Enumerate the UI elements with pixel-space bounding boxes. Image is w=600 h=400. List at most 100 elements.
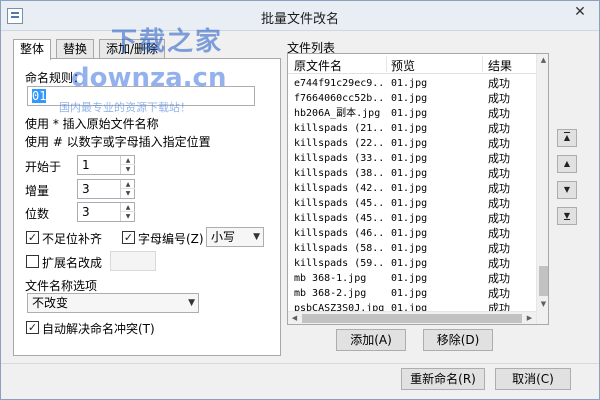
- cell-preview: 01.jpg: [391, 108, 428, 119]
- increment-up-arrow-icon[interactable]: ▲: [121, 180, 135, 189]
- table-row[interactable]: killspads (59... 01.jpg 成功: [288, 256, 536, 271]
- rule-hint-hash: 使用 # 以数字或字母插入指定位置: [25, 135, 211, 149]
- vertical-scrollbar[interactable]: ▲ ▼: [536, 54, 548, 324]
- cell-preview: 01.jpg: [391, 123, 428, 134]
- name-option-select[interactable]: 不改变 ▼: [27, 293, 199, 313]
- increment-down-arrow-icon[interactable]: ▼: [121, 189, 135, 198]
- digits-value: 3: [82, 205, 90, 219]
- cell-original-name: killspads (59...: [294, 258, 384, 269]
- cell-original-name: killspads (45...: [294, 198, 384, 209]
- rule-hint-asterisk: 使用 * 插入原始文件名称: [25, 117, 159, 131]
- start-stepper[interactable]: 1 ▲ ▼: [77, 155, 135, 175]
- scroll-right-icon[interactable]: ▶: [523, 312, 536, 324]
- column-header-result[interactable]: 结果: [488, 57, 512, 74]
- remove-button[interactable]: 移除(D): [423, 329, 493, 351]
- move-bottom-icon: ▼: [563, 211, 571, 220]
- cell-result: 成功: [488, 272, 510, 285]
- footer-divider: [1, 363, 599, 364]
- cell-original-name: killspads (22...: [294, 138, 384, 149]
- horizontal-scrollbar[interactable]: ◀ ▶: [288, 311, 536, 324]
- scroll-left-icon[interactable]: ◀: [288, 312, 301, 324]
- start-down-arrow-icon[interactable]: ▼: [121, 165, 135, 174]
- column-divider[interactable]: [482, 56, 483, 72]
- vertical-scroll-thumb[interactable]: [539, 266, 548, 296]
- cell-preview: 01.jpg: [391, 273, 428, 284]
- cell-result: 成功: [488, 122, 510, 135]
- pad-checkbox-label: 不足位补齐: [42, 232, 103, 246]
- table-row[interactable]: killspads (58... 01.jpg 成功: [288, 241, 536, 256]
- table-row[interactable]: killspads (46... 01.jpg 成功: [288, 226, 536, 241]
- move-top-icon: ▲: [563, 133, 571, 142]
- tab-replace[interactable]: 替换: [56, 39, 95, 59]
- name-option-label: 文件名称选项: [25, 279, 98, 293]
- rename-button[interactable]: 重新命名(R): [401, 368, 485, 390]
- horizontal-scroll-thumb[interactable]: [302, 314, 522, 323]
- table-row[interactable]: killspads (33... 01.jpg 成功: [288, 151, 536, 166]
- cancel-button[interactable]: 取消(C): [495, 368, 571, 390]
- increment-stepper[interactable]: 3 ▲ ▼: [77, 179, 135, 199]
- digits-down-arrow-icon[interactable]: ▼: [121, 212, 135, 221]
- cell-preview: 01.jpg: [391, 78, 428, 89]
- table-row[interactable]: e744f91c29ec9... 01.jpg 成功: [288, 76, 536, 91]
- cell-result: 成功: [488, 92, 510, 105]
- start-up-arrow-icon[interactable]: ▲: [121, 156, 135, 165]
- cell-result: 成功: [488, 152, 510, 165]
- cell-preview: 01.jpg: [391, 198, 428, 209]
- table-row[interactable]: mb 368-2.jpg 01.jpg 成功: [288, 286, 536, 301]
- cell-original-name: mb 368-2.jpg: [294, 288, 367, 299]
- cell-preview: 01.jpg: [391, 153, 428, 164]
- cell-result: 成功: [488, 257, 510, 270]
- scroll-up-icon[interactable]: ▲: [537, 54, 548, 67]
- move-bottom-button[interactable]: ▼: [557, 207, 577, 225]
- table-row[interactable]: killspads (45... 01.jpg 成功: [288, 196, 536, 211]
- table-row[interactable]: killspads (42... 01.jpg 成功: [288, 181, 536, 196]
- table-row[interactable]: hb206A_副本.jpg 01.jpg 成功: [288, 106, 536, 121]
- cell-preview: 01.jpg: [391, 228, 428, 239]
- move-top-button[interactable]: ▲: [557, 129, 577, 147]
- pad-checkbox[interactable]: ✓: [26, 231, 39, 244]
- digits-label: 位数: [25, 207, 50, 221]
- ext-checkbox[interactable]: [26, 255, 39, 268]
- increment-stepper-arrows: ▲ ▼: [120, 180, 135, 198]
- name-option-value: 不改变: [32, 296, 69, 310]
- rule-input[interactable]: 01: [27, 86, 255, 106]
- column-header-original[interactable]: 原文件名: [294, 57, 342, 74]
- cell-preview: 01.jpg: [391, 168, 428, 179]
- cell-preview: 01.jpg: [391, 93, 428, 104]
- move-up-button[interactable]: ▲: [557, 155, 577, 173]
- ext-input[interactable]: [110, 251, 156, 271]
- case-select[interactable]: 小写 ▼: [206, 227, 264, 247]
- close-icon: ✕: [574, 4, 586, 20]
- start-label: 开始于: [25, 160, 62, 174]
- title-bar[interactable]: 批量文件改名 ✕: [1, 1, 599, 31]
- move-down-button[interactable]: ▼: [557, 181, 577, 199]
- table-row[interactable]: f7664060cc52b... 01.jpg 成功: [288, 91, 536, 106]
- digits-stepper[interactable]: 3 ▲ ▼: [77, 202, 135, 222]
- rename-dialog: 批量文件改名 ✕ 整体 替换 添加/删除 命名规则： 01 使用 * 插入原始文…: [0, 0, 600, 400]
- start-value: 1: [82, 158, 90, 172]
- cell-preview: 01.jpg: [391, 243, 428, 254]
- tab-panel-overall: 命名规则： 01 使用 * 插入原始文件名称 使用 # 以数字或字母插入指定位置…: [13, 58, 281, 356]
- cell-result: 成功: [488, 212, 510, 225]
- cell-preview: 01.jpg: [391, 183, 428, 194]
- rule-label: 命名规则：: [25, 71, 86, 85]
- close-button[interactable]: ✕: [561, 1, 599, 23]
- column-header-preview[interactable]: 预览: [391, 57, 415, 74]
- tab-add-delete[interactable]: 添加/删除: [99, 39, 166, 59]
- auto-resolve-checkbox[interactable]: ✓: [26, 321, 39, 334]
- scroll-down-icon[interactable]: ▼: [537, 298, 548, 311]
- add-button[interactable]: 添加(A): [336, 329, 406, 351]
- table-row[interactable]: killspads (38... 01.jpg 成功: [288, 166, 536, 181]
- table-row[interactable]: killspads (21... 01.jpg 成功: [288, 121, 536, 136]
- digits-up-arrow-icon[interactable]: ▲: [121, 203, 135, 212]
- auto-resolve-label: 自动解决命名冲突(T): [42, 322, 155, 336]
- tab-overall[interactable]: 整体: [13, 39, 52, 60]
- column-divider[interactable]: [386, 56, 387, 72]
- table-row[interactable]: killspads (45... 01.jpg 成功: [288, 211, 536, 226]
- cell-original-name: mb 368-1.jpg: [294, 273, 367, 284]
- table-row[interactable]: killspads (22... 01.jpg 成功: [288, 136, 536, 151]
- table-row[interactable]: mb 368-1.jpg 01.jpg 成功: [288, 271, 536, 286]
- letter-checkbox[interactable]: ✓: [122, 231, 135, 244]
- increment-value: 3: [82, 182, 90, 196]
- file-list[interactable]: 原文件名 预览 结果 e744f91c29ec9... 01.jpg 成功 f7664…: [287, 53, 549, 325]
